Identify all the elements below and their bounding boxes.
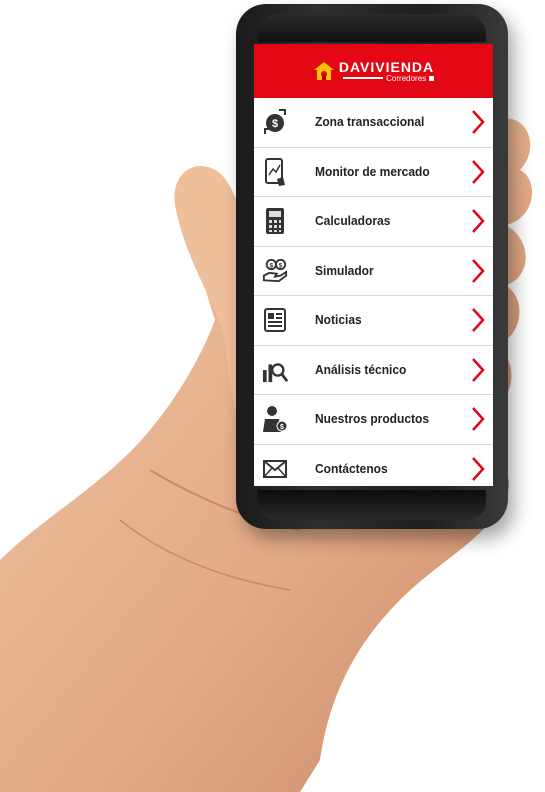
menu-label: Zona transaccional xyxy=(315,114,425,130)
person-money-icon: $ xyxy=(262,404,288,434)
menu-label: Calculadoras xyxy=(315,213,391,229)
menu-label: Contáctenos xyxy=(315,461,388,477)
chevron-right-icon xyxy=(472,308,485,333)
chevron-right-icon xyxy=(472,258,485,283)
menu-label: Nuestros productos xyxy=(315,411,430,427)
chevron-right-icon xyxy=(472,407,485,432)
app-header: DAVIVIENDA Corredores xyxy=(254,44,493,98)
main-menu: $ Zona transaccional Monitor de mercado xyxy=(254,98,493,486)
envelope-icon xyxy=(262,454,288,484)
svg-text:$: $ xyxy=(272,118,278,130)
smartphone: DAVIVIENDA Corredores $ Zona transaccion… xyxy=(236,4,508,529)
menu-item-zona-transaccional[interactable]: $ Zona transaccional xyxy=(254,98,493,148)
svg-text:$: $ xyxy=(279,262,283,269)
tablet-chart-icon xyxy=(262,157,288,187)
chevron-right-icon xyxy=(472,456,485,481)
brand-name: DAVIVIENDA xyxy=(338,58,435,75)
chevron-right-icon xyxy=(472,357,485,382)
menu-item-monitor-de-mercado[interactable]: Monitor de mercado xyxy=(254,148,493,197)
svg-text:$: $ xyxy=(280,424,284,431)
menu-label: Análisis técnico xyxy=(315,362,407,378)
chevron-right-icon xyxy=(472,110,485,135)
chevron-right-icon xyxy=(472,209,485,234)
brand-subtitle: Corredores xyxy=(386,73,427,83)
brand-square xyxy=(429,75,435,81)
photo-scene: DAVIVIENDA Corredores $ Zona transaccion… xyxy=(0,0,545,792)
hand-coins-icon: $ $ xyxy=(262,256,288,286)
davivienda-logo: DAVIVIENDA Corredores xyxy=(313,58,435,83)
brand-underline xyxy=(343,77,384,79)
menu-item-nuestros-productos[interactable]: $ Nuestros productos xyxy=(254,395,493,445)
menu-label: Monitor de mercado xyxy=(315,164,430,180)
menu-label: Noticias xyxy=(315,312,362,328)
chevron-right-icon xyxy=(472,159,485,184)
menu-item-noticias[interactable]: Noticias xyxy=(254,296,493,346)
money-exchange-icon: $ xyxy=(262,107,288,137)
svg-text:$: $ xyxy=(269,262,273,269)
menu-item-contactenos[interactable]: Contáctenos xyxy=(254,445,493,487)
phone-top-bezel xyxy=(258,14,486,42)
menu-item-calculadoras[interactable]: Calculadoras xyxy=(254,197,493,247)
chart-magnifier-icon xyxy=(262,355,288,385)
menu-item-analisis-tecnico[interactable]: Análisis técnico xyxy=(254,346,493,395)
menu-item-simulador[interactable]: $ $ Simulador xyxy=(254,247,493,296)
phone-screen: DAVIVIENDA Corredores $ Zona transaccion… xyxy=(254,44,493,486)
house-logo-icon xyxy=(313,60,335,82)
menu-label: Simulador xyxy=(315,263,374,279)
newspaper-icon xyxy=(262,305,288,335)
phone-bottom-bezel xyxy=(258,490,486,520)
calculator-icon xyxy=(262,206,288,236)
